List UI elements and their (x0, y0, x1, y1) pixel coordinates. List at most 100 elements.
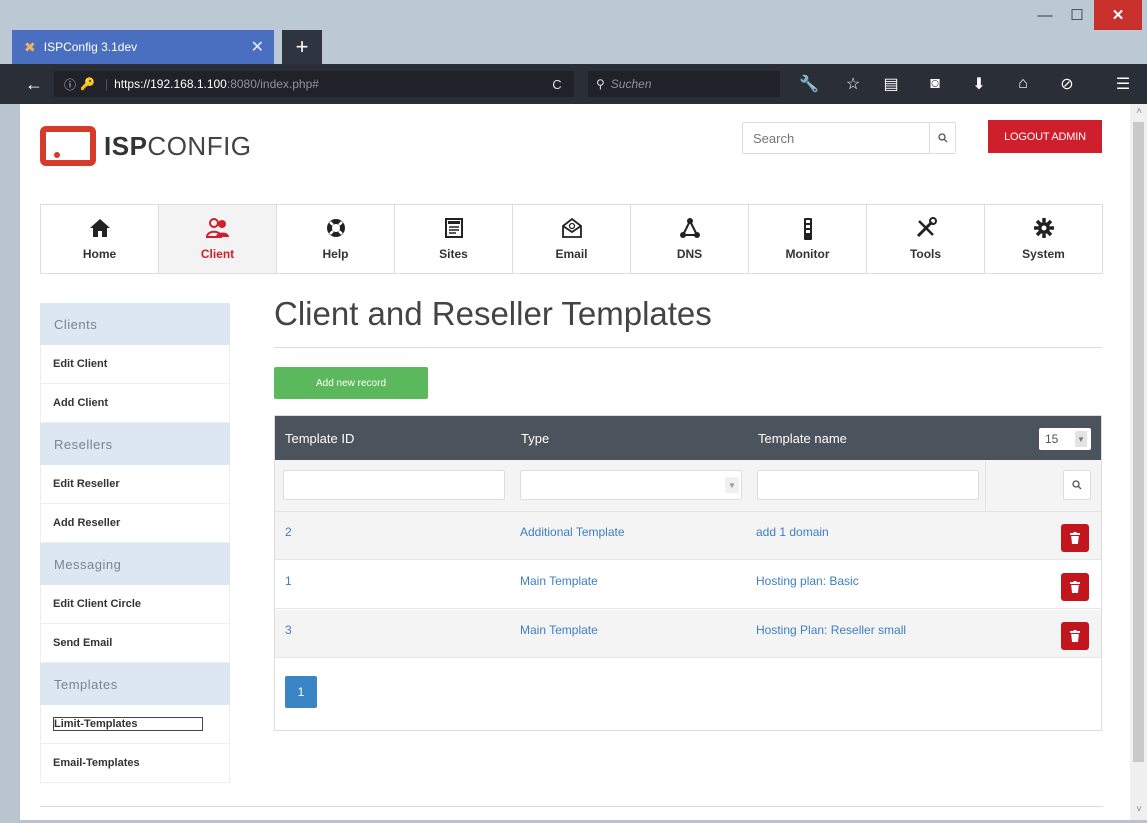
table-row: 1 Main Template Hosting plan: Basic (275, 561, 1101, 609)
sidebar-heading-clients: Clients (40, 303, 230, 345)
tools-icon (915, 217, 937, 245)
add-new-record-button[interactable]: Add new record (274, 367, 428, 399)
address-bar[interactable]: ⓘ 🔑 | https://192.168.1.100 :8080/index.… (54, 71, 574, 97)
nav-client[interactable]: Client (159, 205, 277, 273)
web-page: ISPCONFIG LOGOUT ADMIN Home Client (20, 104, 1130, 820)
trash-icon (1070, 532, 1080, 544)
page-title: Client and Reseller Templates (274, 295, 712, 332)
sidebar-heading-messaging: Messaging (40, 543, 230, 585)
cell-template-name[interactable]: Hosting Plan: Reseller small (756, 610, 906, 650)
cell-template-id[interactable]: 1 (285, 561, 292, 601)
table-header: Template ID Type Template name 15 ▼ (275, 416, 1101, 460)
table-row: 3 Main Template Hosting Plan: Reseller s… (275, 610, 1101, 658)
filter-template-id-input[interactable] (283, 470, 505, 500)
scroll-down-arrow-icon[interactable]: ˅ (1133, 804, 1145, 816)
filter-type-select[interactable]: ▼ (520, 470, 742, 500)
tab-title: ISPConfig 3.1dev (43, 40, 138, 54)
sidebar-item-add-client[interactable]: Add Client (40, 384, 230, 423)
nav-label: Sites (439, 247, 468, 261)
column-header-template-id[interactable]: Template ID (285, 416, 354, 460)
per-page-value: 15 (1045, 432, 1059, 446)
nav-tools[interactable]: Tools (867, 205, 985, 273)
sidebar-item-limit-templates[interactable]: Limit-Templates (40, 705, 230, 744)
new-tab-button[interactable]: + (282, 30, 322, 64)
back-arrow-icon[interactable]: ← (22, 72, 46, 96)
per-page-select[interactable]: 15 ▼ (1039, 428, 1091, 450)
wrench-icon[interactable]: 🔧 (796, 72, 822, 96)
nav-label: Client (200, 247, 235, 261)
sidebar: Clients Edit Client Add Client Resellers… (40, 303, 230, 783)
sidebar-item-edit-client[interactable]: Edit Client (40, 345, 230, 384)
chevron-down-icon: ▼ (725, 477, 739, 493)
scrollbar-thumb[interactable] (1133, 122, 1144, 762)
window-close-button[interactable]: ✕ (1094, 0, 1142, 30)
cell-template-name[interactable]: add 1 domain (756, 512, 829, 552)
pagination-page-1[interactable]: 1 (285, 676, 317, 708)
delete-button[interactable] (1061, 573, 1089, 601)
nav-dns[interactable]: DNS (631, 205, 749, 273)
filter-search-button[interactable] (1063, 470, 1091, 500)
cell-template-id[interactable]: 3 (285, 610, 292, 650)
envelope-icon (561, 217, 583, 245)
home-icon (89, 217, 111, 245)
trash-icon (1070, 581, 1080, 593)
filter-template-name-input[interactable] (757, 470, 979, 500)
magnifier-icon (937, 133, 947, 143)
nav-label: DNS (676, 247, 703, 261)
nav-email[interactable]: Email (513, 205, 631, 273)
nav-label: Home (82, 247, 117, 261)
download-arrow-icon[interactable]: ⬇ (966, 72, 992, 96)
browser-search-placeholder: Suchen (610, 77, 652, 91)
url-separator: | (104, 77, 109, 91)
url-host: https://192.168.1.100 (114, 77, 227, 91)
reload-icon[interactable]: C (545, 72, 569, 96)
hamburger-menu-icon[interactable]: ☰ (1110, 72, 1136, 96)
sidebar-item-edit-client-circle[interactable]: Edit Client Circle (40, 585, 230, 624)
window-maximize-button[interactable]: ☐ (1062, 0, 1092, 30)
sidebar-item-edit-reseller[interactable]: Edit Reseller (40, 465, 230, 504)
star-bookmark-icon[interactable]: ☆ (840, 72, 866, 96)
column-header-template-name[interactable]: Template name (758, 416, 847, 460)
network-icon (679, 217, 701, 245)
shield-addon-icon[interactable]: ⊘ (1054, 72, 1080, 96)
cell-template-name[interactable]: Hosting plan: Basic (756, 561, 859, 601)
reading-list-icon[interactable]: ▤ (878, 72, 904, 96)
tab-close-icon[interactable]: ✕ (251, 37, 264, 57)
filter-row: ▼ (275, 460, 1101, 512)
scroll-up-arrow-icon[interactable]: ˄ (1133, 106, 1145, 118)
nav-label: Tools (909, 247, 942, 261)
cell-type[interactable]: Main Template (520, 610, 598, 650)
browser-tab[interactable]: ✖ ISPConfig 3.1dev ✕ (12, 30, 274, 64)
sidebar-item-label: Limit-Templates (53, 717, 203, 731)
home-browser-icon[interactable]: ⌂ (1010, 72, 1036, 96)
table-row: 2 Additional Template add 1 domain (275, 512, 1101, 560)
nav-sites[interactable]: Sites (395, 205, 513, 273)
sidebar-item-send-email[interactable]: Send Email (40, 624, 230, 663)
filter-divider (985, 460, 986, 512)
nav-label: Monitor (785, 247, 830, 261)
window-minimize-button[interactable]: — (1030, 0, 1060, 30)
sidebar-heading-resellers: Resellers (40, 423, 230, 465)
sidebar-item-add-reseller[interactable]: Add Reseller (40, 504, 230, 543)
search-input[interactable] (743, 123, 929, 153)
lock-warning-icon[interactable]: 🔑 (80, 77, 95, 91)
logout-button[interactable]: LOGOUT ADMIN (988, 120, 1102, 153)
cell-type[interactable]: Additional Template (520, 512, 625, 552)
browser-search-field[interactable]: ⚲ Suchen (588, 71, 780, 97)
delete-button[interactable] (1061, 622, 1089, 650)
header-search (742, 122, 956, 154)
ispconfig-logo[interactable]: ISPCONFIG (40, 124, 252, 168)
nav-help[interactable]: Help (277, 205, 395, 273)
delete-button[interactable] (1061, 524, 1089, 552)
info-icon[interactable]: ⓘ (64, 76, 76, 93)
cell-template-id[interactable]: 2 (285, 512, 292, 552)
sidebar-item-email-templates[interactable]: Email-Templates (40, 744, 230, 783)
nav-home[interactable]: Home (41, 205, 159, 273)
search-button[interactable] (929, 123, 955, 153)
pocket-icon[interactable]: ◙ (922, 72, 948, 96)
users-icon (205, 217, 231, 245)
nav-monitor[interactable]: Monitor (749, 205, 867, 273)
cell-type[interactable]: Main Template (520, 561, 598, 601)
nav-system[interactable]: System (985, 205, 1102, 273)
column-header-type[interactable]: Type (521, 416, 549, 460)
